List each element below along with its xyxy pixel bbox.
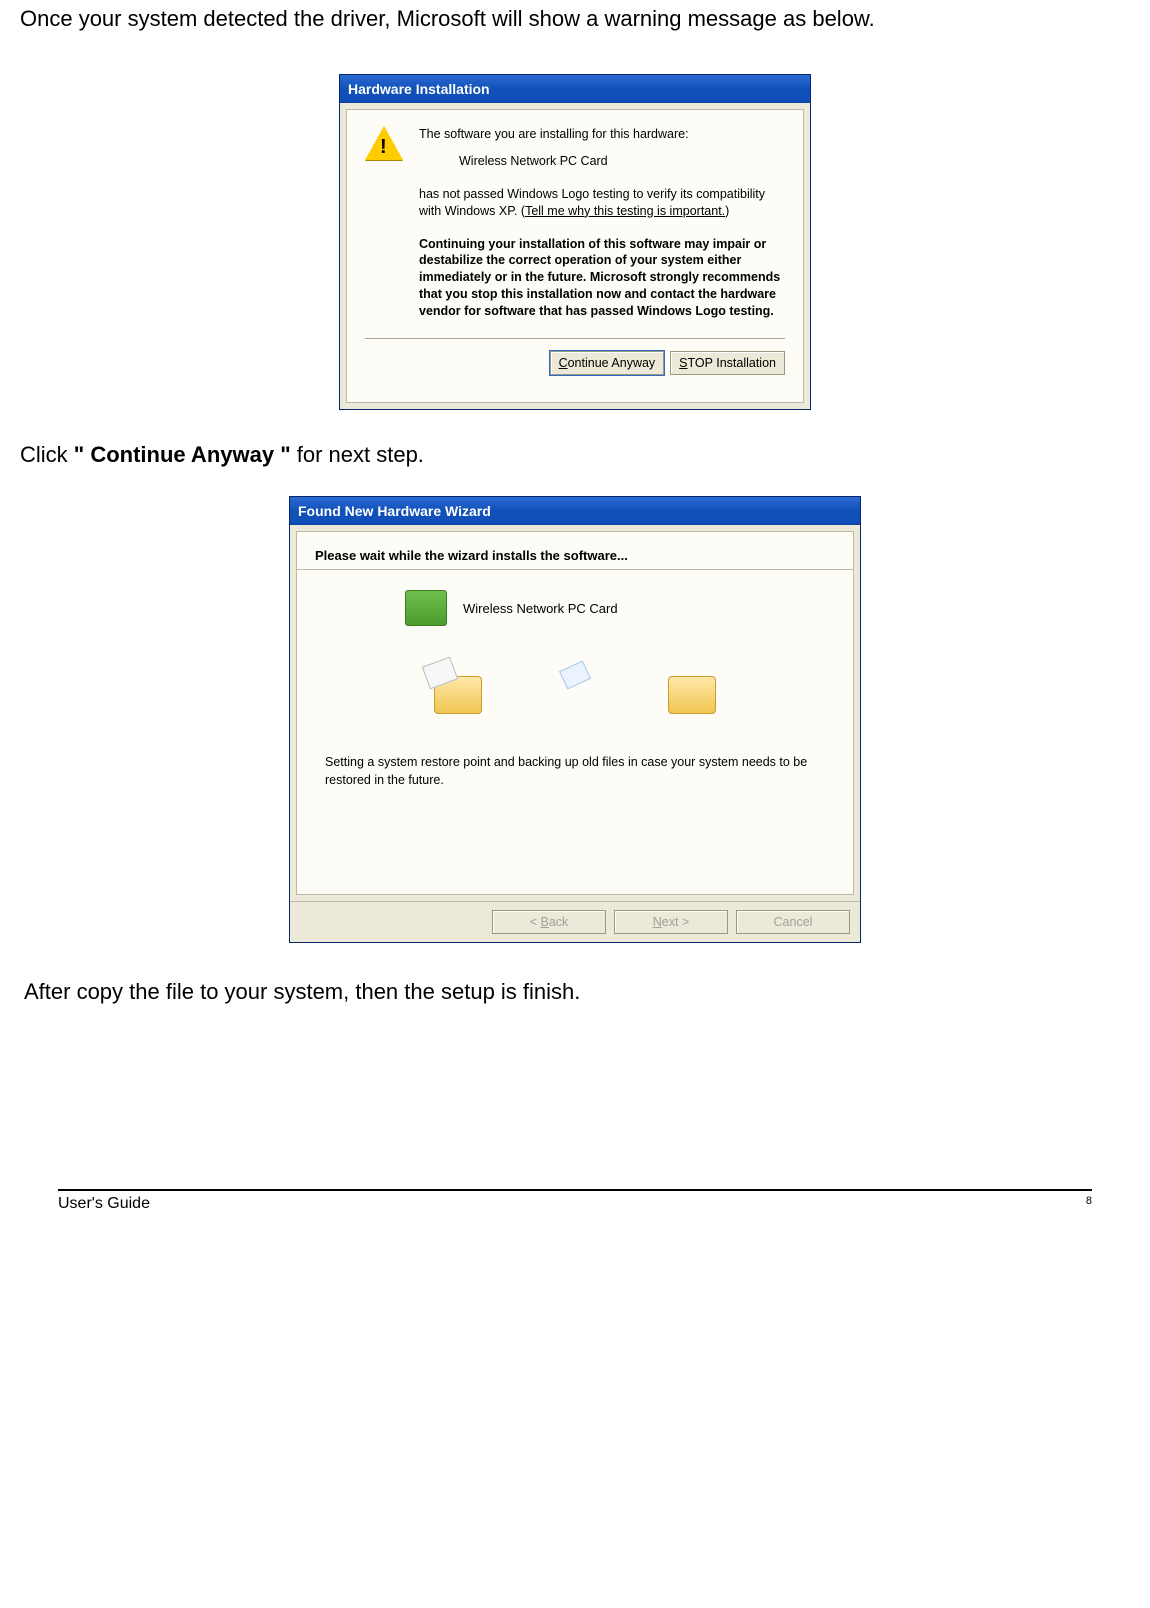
dialog1-line2: has not passed Windows Logo testing to v… bbox=[419, 186, 785, 220]
dialog1-title: Hardware Installation bbox=[340, 75, 810, 103]
back-button: < Back bbox=[492, 910, 606, 934]
dialog1-strong: Continuing your installation of this sof… bbox=[419, 236, 785, 320]
hardware-icon bbox=[405, 590, 447, 626]
copy-animation bbox=[315, 676, 835, 714]
page-number: 8 bbox=[1086, 1195, 1092, 1213]
figure-1: Hardware Installation The software you a… bbox=[20, 74, 1130, 410]
after-text: After copy the file to your system, then… bbox=[24, 979, 1130, 1005]
folder-dest-icon bbox=[668, 676, 716, 714]
found-new-hardware-dialog: Found New Hardware Wizard Please wait wh… bbox=[289, 496, 861, 943]
stop-installation-button[interactable]: STOP Installation bbox=[670, 351, 785, 375]
next-button: Next > bbox=[614, 910, 728, 934]
file-fly-icon bbox=[559, 660, 591, 689]
hardware-installation-dialog: Hardware Installation The software you a… bbox=[339, 74, 811, 410]
folder-source-icon bbox=[434, 676, 482, 714]
intro-text: Once your system detected the driver, Mi… bbox=[20, 0, 1130, 32]
warning-icon bbox=[365, 126, 403, 164]
figure-2: Found New Hardware Wizard Please wait wh… bbox=[20, 496, 1130, 943]
cancel-button: Cancel bbox=[736, 910, 850, 934]
dialog1-line1: The software you are installing for this… bbox=[419, 126, 785, 143]
footer-label: User's Guide bbox=[58, 1195, 150, 1213]
dialog2-head: Please wait while the wizard installs th… bbox=[315, 548, 835, 563]
tell-me-why-link[interactable]: Tell me why this testing is important. bbox=[525, 204, 725, 218]
dialog2-device: Wireless Network PC Card bbox=[463, 601, 618, 616]
dialog2-status: Setting a system restore point and backi… bbox=[325, 754, 825, 789]
dialog2-title: Found New Hardware Wizard bbox=[290, 497, 860, 525]
click-instruction: Click " Continue Anyway " for next step. bbox=[20, 442, 1130, 468]
dialog1-device: Wireless Network PC Card bbox=[459, 153, 785, 170]
page-footer: User's Guide 8 bbox=[58, 1189, 1092, 1213]
continue-anyway-button[interactable]: Continue Anyway bbox=[550, 351, 665, 375]
